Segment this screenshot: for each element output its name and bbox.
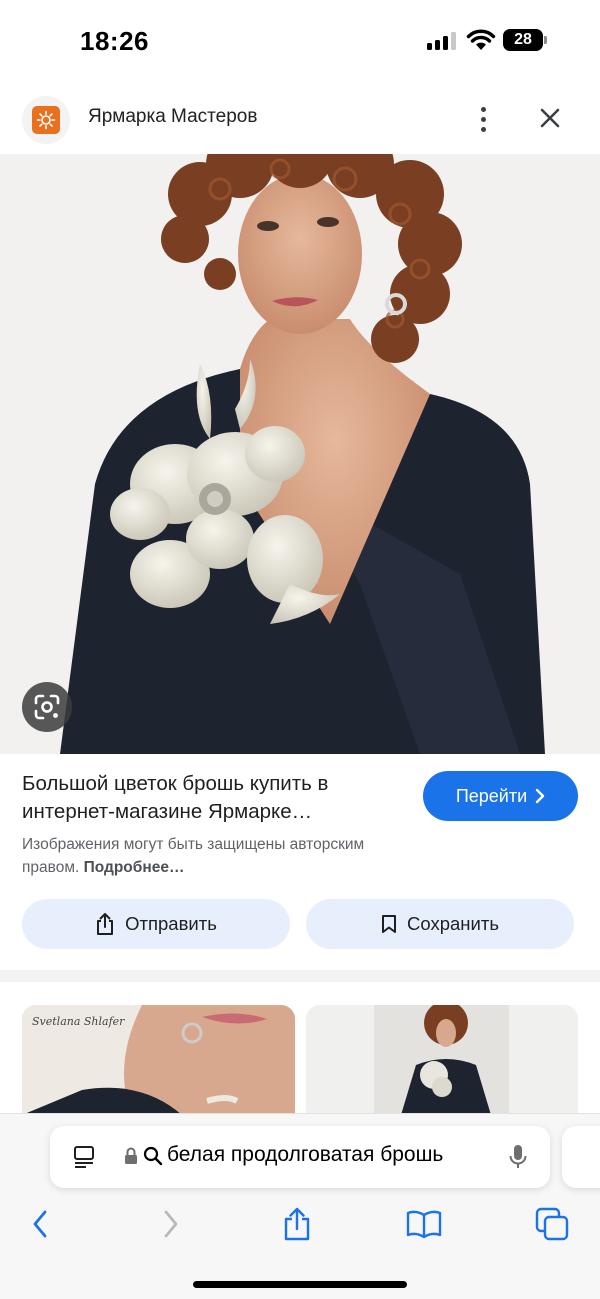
back-button[interactable] [20,1202,60,1246]
source-name[interactable]: Ярмарка Мастеров [88,106,257,128]
microphone-icon[interactable] [508,1143,528,1171]
battery-nub [544,36,547,44]
share-page-button[interactable] [277,1202,317,1246]
address-text[interactable]: белая продолговатая брошь [167,1143,487,1167]
chevron-right-icon [535,788,545,804]
chevron-left-icon [33,1210,47,1238]
visit-button-label: Перейти [455,785,528,806]
learn-more-link[interactable]: Подробнее… [84,859,185,876]
tabs-button[interactable] [532,1202,572,1246]
page-menu-icon[interactable] [72,1145,96,1169]
share-button[interactable]: Отправить [22,899,290,949]
forward-button[interactable] [151,1202,191,1246]
lock-icon [125,1147,137,1164]
cellular-signal-icon [427,32,457,50]
share-button-label: Отправить [125,913,217,934]
next-tab-preview[interactable] [562,1126,600,1188]
browser-toolbar: белая продолговатая брошь [0,1113,600,1299]
save-button[interactable]: Сохранить [306,899,574,949]
share-icon [284,1207,310,1241]
google-lens-button[interactable] [22,682,72,732]
lens-icon [34,694,60,720]
related-image-2[interactable] [306,1005,578,1115]
result-image[interactable] [0,154,600,754]
home-indicator[interactable] [193,1281,407,1288]
chevron-right-icon [164,1210,178,1238]
more-options-icon[interactable] [472,102,494,136]
bookmarks-button[interactable] [404,1202,444,1246]
share-icon [97,913,114,935]
status-bar: 18:26 28 [0,0,600,84]
status-time: 18:26 [80,26,149,56]
model-photo [0,154,600,754]
copyright-text: Изображения могут быть защищены авторски… [22,836,365,876]
result-title[interactable]: Большой цветок брошь купить в интернет-м… [22,770,402,826]
tabs-icon [535,1207,569,1241]
related-photo-2 [306,1005,578,1115]
battery-indicator: 28 [503,29,543,51]
source-header: Ярмарка Мастеров [0,88,600,150]
copyright-notice: Изображения могут быть защищены авторски… [22,833,422,879]
save-button-label: Сохранить [407,913,499,934]
address-bar[interactable]: белая продолговатая брошь [50,1126,550,1188]
yarmarka-logo-icon[interactable] [22,96,70,144]
visit-button[interactable]: Перейти [423,771,578,821]
related-image-1[interactable]: Svetlana Shlafer [22,1005,295,1115]
wifi-icon [466,29,496,50]
watermark-text: Svetlana Shlafer [32,1015,125,1028]
section-divider [0,970,600,982]
close-icon[interactable] [534,102,566,134]
book-icon [406,1210,442,1239]
search-icon [143,1146,163,1166]
bookmark-icon [382,915,397,933]
